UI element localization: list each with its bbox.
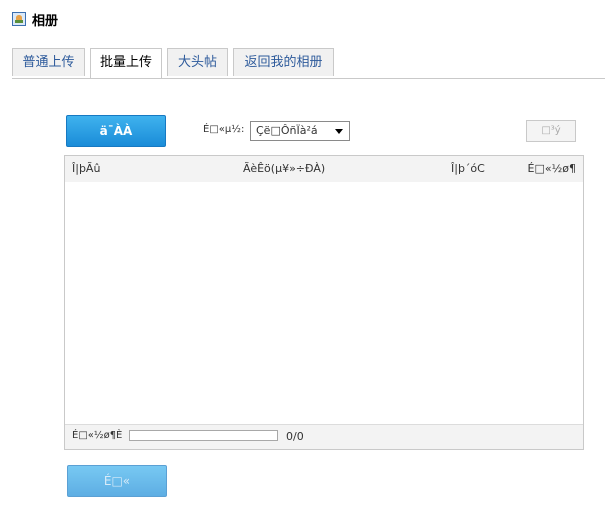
file-count: 0/0 [286, 430, 304, 443]
tab-normal-upload[interactable]: 普通上传 [12, 48, 85, 76]
column-progress: É□«½ø¶ [527, 162, 576, 175]
album-icon [12, 12, 26, 26]
chevron-down-icon [335, 129, 343, 134]
upload-file-panel: Î|þÃû ÃèÊö(µ¥»÷ÐÀ) Î|þ´óC É□«½ø¶ É□«½ø¶È… [64, 155, 584, 450]
tab-batch-upload[interactable]: 批量上传 [90, 48, 162, 78]
tab-profile-sticker[interactable]: 大头帖 [167, 48, 228, 76]
page-title: 相册 [32, 13, 59, 29]
destination-label: É□«µ½: [203, 124, 245, 135]
destination-album-value: Çë□ÔñÏà²á [256, 124, 318, 137]
total-progress-label: É□«½ø¶È [72, 430, 123, 441]
column-size: Î|þ´óC [451, 162, 485, 175]
select-files-button[interactable]: ä¯ÀÀ [66, 115, 166, 147]
clear-button[interactable]: □³ý [526, 120, 576, 142]
upload-status-bar: É□«½ø¶È 0/0 [65, 424, 583, 449]
destination-album-select[interactable]: Çë□ÔñÏà²á [250, 121, 350, 141]
column-description: ÃèÊö(µ¥»÷ÐÀ) [243, 162, 326, 175]
tab-back-to-albums[interactable]: 返回我的相册 [233, 48, 334, 76]
file-list[interactable] [65, 182, 583, 425]
file-table-header: Î|þÃû ÃèÊö(µ¥»÷ÐÀ) Î|þ´óC É□«½ø¶ [65, 156, 583, 182]
page-header: 相册 [12, 10, 59, 29]
total-progress-bar [129, 430, 278, 441]
upload-button[interactable]: É□« [67, 465, 167, 497]
tab-bar: 普通上传 批量上传 大头帖 返回我的相册 [12, 48, 605, 79]
column-filename: Î|þÃû [72, 162, 101, 175]
